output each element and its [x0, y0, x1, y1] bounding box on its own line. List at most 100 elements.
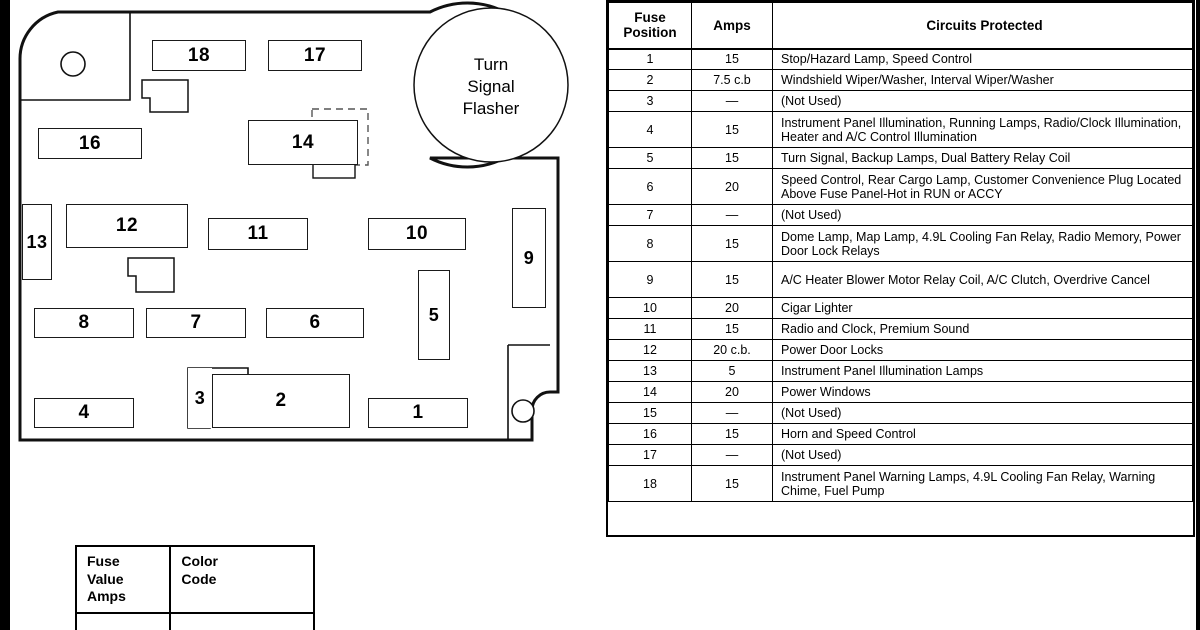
fuse-slot-16[interactable]: 16: [38, 128, 142, 159]
cell-circuits: (Not Used): [772, 90, 1193, 112]
table-row: 17 — (Not Used): [608, 444, 1193, 466]
header-fuse-position-line2: Position: [623, 25, 677, 41]
cell-position: 10: [608, 297, 692, 319]
cell-position: 2: [608, 69, 692, 91]
fuse-slot-5[interactable]: 5: [418, 270, 450, 360]
cell-position: 6: [608, 168, 692, 205]
color-code-row: [74, 611, 315, 630]
page-edge-bar-left: [0, 0, 10, 630]
fuse-color-code-table: Fuse Value Amps Color Code: [74, 545, 315, 630]
fuse-slot-1[interactable]: 1: [368, 398, 468, 428]
cc-amps-line3: Amps: [87, 588, 126, 604]
table-row: 11 15 Radio and Clock, Premium Sound: [608, 318, 1193, 340]
color-code-cell-amps: [74, 611, 172, 630]
cell-circuits: (Not Used): [772, 204, 1193, 226]
fuse-slot-8[interactable]: 8: [34, 308, 134, 338]
fuse-slot-2[interactable]: 2: [212, 374, 350, 428]
cell-circuits: Instrument Panel Illumination Lamps: [772, 360, 1193, 382]
table-row: 18 15 Instrument Panel Warning Lamps, 4.…: [608, 465, 1193, 502]
fuse-slot-17[interactable]: 17: [268, 40, 362, 71]
fuse-slot-4[interactable]: 4: [34, 398, 134, 428]
cell-amps: 15: [691, 147, 773, 169]
cell-circuits: Turn Signal, Backup Lamps, Dual Battery …: [772, 147, 1193, 169]
cell-circuits: Cigar Lighter: [772, 297, 1193, 319]
fuse-slot-6[interactable]: 6: [266, 308, 364, 338]
cell-amps: 20: [691, 297, 773, 319]
table-row: 4 15 Instrument Panel Illumination, Runn…: [608, 111, 1193, 148]
cell-circuits: Speed Control, Rear Cargo Lamp, Customer…: [772, 168, 1193, 205]
flasher-line-2: Signal: [467, 76, 515, 96]
fuse-panel-reference-page: Turn Signal Flasher 18 17 16 14 13 12 11…: [0, 0, 1200, 630]
cell-circuits: Power Windows: [772, 381, 1193, 403]
color-code-header-amps: Fuse Value Amps: [74, 545, 172, 614]
fuse-slot-11[interactable]: 11: [208, 218, 308, 250]
cc-color-line1: Color: [181, 553, 218, 569]
flasher-line-3: Flasher: [462, 99, 520, 119]
table-row: 7 — (Not Used): [608, 204, 1193, 226]
cell-amps: —: [691, 204, 773, 226]
cell-amps: 15: [691, 318, 773, 340]
table-row: 15 — (Not Used): [608, 402, 1193, 424]
cell-amps: 15: [691, 111, 773, 148]
table-row: 16 15 Horn and Speed Control: [608, 423, 1193, 445]
table-row: 14 20 Power Windows: [608, 381, 1193, 403]
fuse-slot-9[interactable]: 9: [512, 208, 546, 308]
table-row: 10 20 Cigar Lighter: [608, 297, 1193, 319]
fuse-slot-13[interactable]: 13: [22, 204, 52, 280]
mounting-hole-bottom-right: [511, 399, 535, 423]
fuse-slot-18[interactable]: 18: [152, 40, 246, 71]
cell-circuits: Instrument Panel Warning Lamps, 4.9L Coo…: [772, 465, 1193, 502]
fuse-slot-3[interactable]: 3: [188, 368, 212, 428]
header-amps: Amps: [691, 2, 773, 50]
cc-amps-line2: Value: [87, 570, 124, 587]
table-row: 1 15 Stop/Hazard Lamp, Speed Control: [608, 48, 1193, 70]
turn-signal-flasher-label: Turn Signal Flasher: [434, 52, 548, 122]
cell-circuits: Stop/Hazard Lamp, Speed Control: [772, 48, 1193, 70]
cell-position: 7: [608, 204, 692, 226]
cell-circuits: (Not Used): [772, 402, 1193, 424]
cell-position: 18: [608, 465, 692, 502]
fuse-slot-10[interactable]: 10: [368, 218, 466, 250]
table-row: 12 20 c.b. Power Door Locks: [608, 339, 1193, 361]
cell-amps: 15: [691, 225, 773, 262]
fuse-slot-7[interactable]: 7: [146, 308, 246, 338]
cc-color-line2: Code: [181, 570, 217, 587]
cell-position: 14: [608, 381, 692, 403]
table-row: 5 15 Turn Signal, Backup Lamps, Dual Bat…: [608, 147, 1193, 169]
cell-amps: 15: [691, 48, 773, 70]
table-row: 2 7.5 c.b Windshield Wiper/Washer, Inter…: [608, 69, 1193, 91]
table-row: 9 15 A/C Heater Blower Motor Relay Coil,…: [608, 261, 1193, 298]
cell-position: 8: [608, 225, 692, 262]
cell-circuits: Dome Lamp, Map Lamp, 4.9L Cooling Fan Re…: [772, 225, 1193, 262]
table-row: 8 15 Dome Lamp, Map Lamp, 4.9L Cooling F…: [608, 225, 1193, 262]
cell-amps: —: [691, 402, 773, 424]
cell-amps: 7.5 c.b: [691, 69, 773, 91]
cell-position: 16: [608, 423, 692, 445]
cell-amps: 20: [691, 168, 773, 205]
cell-position: 13: [608, 360, 692, 382]
circuits-protected-table: Fuse Position Amps Circuits Protected 1 …: [608, 2, 1193, 502]
cell-amps: —: [691, 90, 773, 112]
color-code-cell-color: [169, 611, 315, 630]
header-fuse-position-line1: Fuse: [634, 9, 666, 25]
table-header-row: Fuse Position Amps Circuits Protected: [608, 2, 1193, 50]
cell-position: 11: [608, 318, 692, 340]
cell-position: 17: [608, 444, 692, 466]
cell-position: 5: [608, 147, 692, 169]
cell-circuits: Power Door Locks: [772, 339, 1193, 361]
mounting-hole-top-left: [60, 51, 86, 77]
fuse-panel-diagram: Turn Signal Flasher 18 17 16 14 13 12 11…: [10, 0, 610, 470]
fuse-slot-12[interactable]: 12: [66, 204, 188, 248]
cell-amps: 5: [691, 360, 773, 382]
cell-position: 1: [608, 48, 692, 70]
cc-amps-line1: Fuse: [87, 553, 120, 569]
cell-position: 9: [608, 261, 692, 298]
cell-position: 3: [608, 90, 692, 112]
circuits-table-body: 1 15 Stop/Hazard Lamp, Speed Control 2 7…: [608, 48, 1193, 502]
color-code-header-row: Fuse Value Amps Color Code: [74, 545, 315, 614]
relay-overlay-tab: [312, 163, 356, 179]
cell-position: 15: [608, 402, 692, 424]
fuse-slot-14[interactable]: 14: [248, 120, 358, 165]
cell-amps: —: [691, 444, 773, 466]
color-code-header-color: Color Code: [169, 545, 315, 614]
